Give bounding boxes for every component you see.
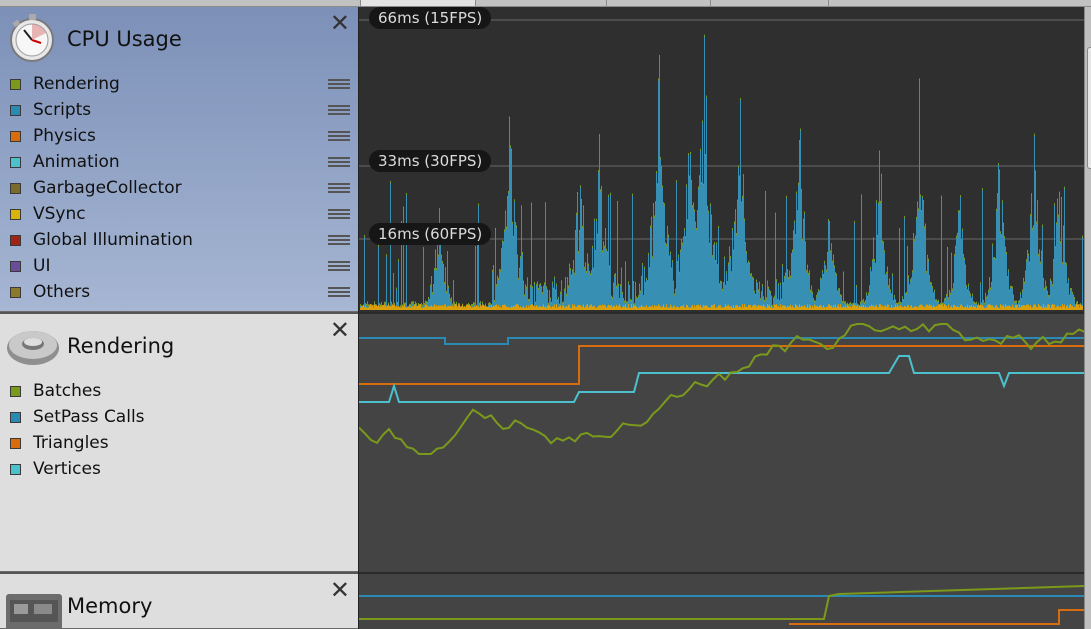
toolbar-tab[interactable] xyxy=(710,0,829,6)
legend-label: Vertices xyxy=(33,459,101,479)
vertical-scrollbar[interactable] xyxy=(1084,7,1091,629)
legend-item-others[interactable]: Others xyxy=(10,279,350,305)
frame-time-marker-33ms: 33ms (30FPS) xyxy=(369,150,492,172)
close-icon[interactable]: ✕ xyxy=(330,578,350,602)
legend-item-rendering[interactable]: Rendering xyxy=(10,71,350,97)
rendering-legend: Batches SetPass Calls Triangles Vertices xyxy=(10,378,350,482)
module-title: Rendering xyxy=(67,334,175,358)
legend-item-batches[interactable]: Batches xyxy=(10,378,350,404)
drag-handle-icon[interactable] xyxy=(328,79,350,89)
toolbar-tab[interactable] xyxy=(606,0,711,6)
stopwatch-icon xyxy=(10,14,54,62)
legend-item-triangles[interactable]: Triangles xyxy=(10,430,350,456)
color-swatch[interactable] xyxy=(10,130,21,142)
legend-label: VSync xyxy=(33,204,86,224)
cpu-usage-graph[interactable]: 66ms (15FPS) 33ms (30FPS) 16ms (60FPS) xyxy=(358,7,1084,312)
legend-label: GarbageCollector xyxy=(33,178,182,198)
color-swatch[interactable] xyxy=(10,385,21,397)
color-swatch[interactable] xyxy=(10,104,21,116)
legend-label: Batches xyxy=(33,381,102,401)
drag-handle-icon[interactable] xyxy=(328,261,350,271)
close-icon[interactable]: ✕ xyxy=(330,11,350,35)
legend-label: Scripts xyxy=(33,100,92,120)
drag-handle-icon[interactable] xyxy=(328,131,350,141)
drag-handle-icon[interactable] xyxy=(328,209,350,219)
frame-time-marker-16ms: 16ms (60FPS) xyxy=(369,223,492,245)
close-icon[interactable]: ✕ xyxy=(330,318,350,342)
legend-label: Physics xyxy=(33,126,96,146)
memory-chip-icon xyxy=(6,594,62,628)
color-swatch[interactable] xyxy=(10,234,21,246)
color-swatch[interactable] xyxy=(10,208,21,220)
drag-handle-icon[interactable] xyxy=(328,183,350,193)
legend-item-ui[interactable]: UI xyxy=(10,253,350,279)
toolbar-tab-active[interactable] xyxy=(360,0,476,6)
legend-item-setpass-calls[interactable]: SetPass Calls xyxy=(10,404,350,430)
drag-handle-icon[interactable] xyxy=(328,157,350,167)
module-title: Memory xyxy=(67,594,153,618)
toolbar-tab[interactable] xyxy=(828,0,1091,6)
color-swatch[interactable] xyxy=(10,78,21,90)
color-swatch[interactable] xyxy=(10,182,21,194)
color-swatch[interactable] xyxy=(10,437,21,449)
drag-handle-icon[interactable] xyxy=(328,105,350,115)
drag-handle-icon[interactable] xyxy=(328,235,350,245)
cpu-legend: Rendering Scripts Physics Animation Garb… xyxy=(10,71,350,305)
legend-item-garbagecollector[interactable]: GarbageCollector xyxy=(10,175,350,201)
legend-label: SetPass Calls xyxy=(33,407,145,427)
color-swatch[interactable] xyxy=(10,411,21,423)
legend-label: Triangles xyxy=(33,433,109,453)
module-title: CPU Usage xyxy=(67,27,182,51)
legend-label: UI xyxy=(33,256,51,276)
legend-label: Global Illumination xyxy=(33,230,193,250)
rendering-graph-canvas xyxy=(359,322,1084,455)
frame-time-marker-66ms: 66ms (15FPS) xyxy=(369,7,492,29)
legend-item-vsync[interactable]: VSync xyxy=(10,201,350,227)
color-swatch[interactable] xyxy=(10,286,21,298)
legend-item-scripts[interactable]: Scripts xyxy=(10,97,350,123)
legend-item-animation[interactable]: Animation xyxy=(10,149,350,175)
drag-handle-icon[interactable] xyxy=(328,287,350,297)
rendering-graph[interactable] xyxy=(358,312,1084,572)
torus-icon xyxy=(7,331,59,365)
toolbar-tab[interactable] xyxy=(475,0,607,6)
memory-graph[interactable] xyxy=(358,572,1084,629)
legend-label: Others xyxy=(33,282,91,302)
legend-item-physics[interactable]: Physics xyxy=(10,123,350,149)
scrollbar-thumb[interactable] xyxy=(1087,47,1091,169)
profiler-toolbar-strip xyxy=(0,0,1091,7)
color-swatch[interactable] xyxy=(10,156,21,168)
color-swatch[interactable] xyxy=(10,463,21,475)
memory-graph-canvas xyxy=(359,585,1084,625)
legend-item-vertices[interactable]: Vertices xyxy=(10,456,350,482)
color-swatch[interactable] xyxy=(10,260,21,272)
cpu-usage-module[interactable]: CPU Usage ✕ Rendering Scripts Physics An… xyxy=(0,7,358,312)
rendering-module[interactable]: Rendering ✕ Batches SetPass Calls Triang… xyxy=(0,312,358,572)
legend-item-global-illumination[interactable]: Global Illumination xyxy=(10,227,350,253)
legend-label: Rendering xyxy=(33,74,120,94)
legend-label: Animation xyxy=(33,152,120,172)
memory-module[interactable]: Memory ✕ xyxy=(0,572,358,629)
